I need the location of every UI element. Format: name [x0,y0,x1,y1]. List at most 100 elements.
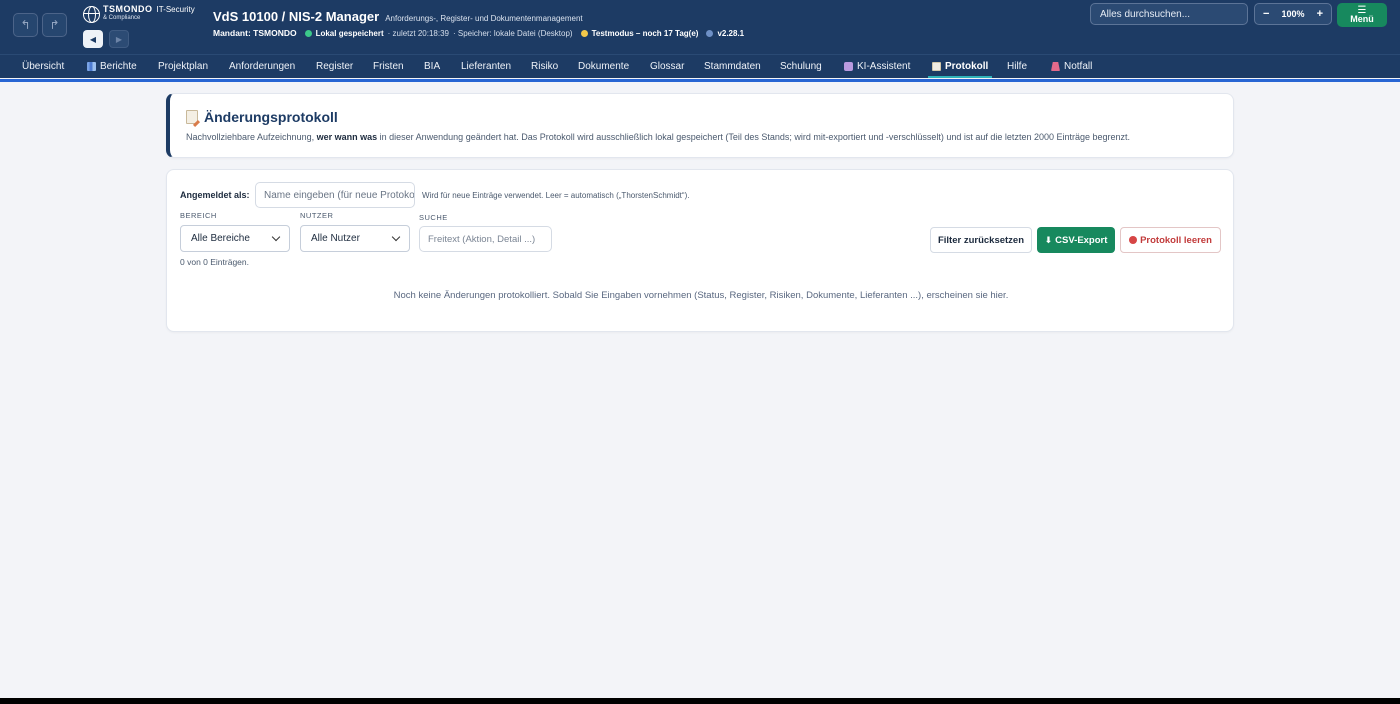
forward-arrow-icon: ▶ [115,34,123,44]
tab-label: Register [316,61,354,72]
empty-state-message: Noch keine Änderungen protokolliert. Sob… [393,290,1009,301]
description-text: Nachvollziehbare Aufzeichnung, [186,132,317,142]
logo-name-suffix: IT-Security [156,5,195,14]
tab-lieferanten[interactable]: Lieferanten [461,61,511,72]
search-input[interactable]: Freitext (Aktion, Detail ...) [419,226,552,252]
bereich-label: BEREICH [180,211,217,220]
tab-label: KI-Assistent [857,61,911,72]
tab-dokumente[interactable]: Dokumente [578,61,629,72]
tab-label: Hilfe [1007,61,1028,72]
page-title: Änderungsprotokoll [204,109,338,125]
tab-hilfe[interactable]: Hilfe [1007,61,1027,72]
tab-schulung[interactable]: Schulung [780,61,822,72]
document-icon [932,62,941,71]
app-header: ↰ ↱ TSMONDO IT-Security & Compliance ◀ ▶ … [0,0,1400,54]
redo-button[interactable]: ↱ [42,13,67,37]
app-title: VdS 10100 / NIS-2 Manager [213,9,380,24]
document-edit-icon [186,110,198,124]
tab-berichte[interactable]: Berichte [87,61,137,72]
tab-label: Glossar [650,61,685,72]
chevron-down-icon [271,232,281,242]
alarm-icon [1051,62,1060,71]
redo-icon: ↱ [49,18,60,32]
protocol-card: Angemeldet als: Name eingeben (für neue … [166,169,1234,332]
back-button[interactable]: ◀ [83,30,103,48]
clear-protocol-button[interactable]: Protokoll leeren [1120,227,1221,253]
bereich-select[interactable]: Alle Bereiche [180,225,290,252]
tab-label: Notfall [1064,61,1093,72]
suche-label: SUCHE [419,213,448,222]
tab-label: Risiko [531,61,559,72]
menu-button[interactable]: ☰ Menü [1337,3,1387,27]
tab-label: Stammdaten [704,61,761,72]
description-emphasis: wer wann was [316,132,378,142]
logo-subtitle: & Compliance [103,15,141,21]
tab-register[interactable]: Register [316,61,353,72]
app-title-block: VdS 10100 / NIS-2 Manager Anforderungs-,… [213,9,583,24]
zoom-in-button[interactable]: + [1317,8,1323,20]
login-label: Angemeldet als: [180,190,250,200]
tab-risiko[interactable]: Risiko [531,61,558,72]
page-description: Nachvollziehbare Aufzeichnung, wer wann … [186,132,1130,142]
tab-protokoll[interactable]: Protokoll [927,61,993,78]
tab-fristen[interactable]: Fristen [373,61,404,72]
tab-label: Übersicht [22,61,65,72]
tab-label: Dokumente [578,61,630,72]
tab-label: Berichte [100,61,137,72]
chevron-down-icon [391,232,401,242]
tab-bia[interactable]: BIA [424,61,440,72]
robot-icon [844,62,853,71]
tab-label: Protokoll [945,61,989,72]
forward-button[interactable]: ▶ [109,30,129,48]
main-navigation: Übersicht Berichte Projektplan Anforderu… [0,54,1400,82]
bereich-selected-value: Alle Bereiche [191,233,250,244]
user-name-hint: Wird für neue Einträge verwendet. Leer =… [422,191,690,200]
save-status-dot-icon [304,29,312,37]
tab-stammdaten[interactable]: Stammdaten [704,61,761,72]
nutzer-label: NUTZER [300,211,334,220]
page-title-block: Änderungsprotokoll [186,109,338,125]
tab-label: Projektplan [158,61,209,72]
globe-icon [83,6,100,23]
download-icon: ⬇ [1044,234,1053,245]
test-mode-dot-icon [580,29,588,37]
global-search-input[interactable]: Alles durchsuchen... [1090,3,1248,25]
bar-chart-icon [87,62,96,71]
tab-label: Fristen [373,61,404,72]
nutzer-selected-value: Alle Nutzer [311,233,360,244]
tab-label: Lieferanten [461,61,512,72]
save-status: Lokal gespeichert [315,28,384,38]
mandant-label: Mandant: TSMONDO [213,28,297,38]
user-name-input[interactable]: Name eingeben (für neue Protokolleinträg… [255,182,415,208]
save-time: · zuletzt 20:18:39 [387,28,449,38]
info-card: Änderungsprotokoll Nachvollziehbare Aufz… [166,93,1234,158]
logo-name: TSMONDO [103,4,153,14]
menu-label: Menü [1350,14,1374,24]
window-bottom-edge [0,698,1400,704]
tab-ki-assistent[interactable]: KI-Assistent [844,61,910,72]
reset-filter-button[interactable]: Filter zurücksetzen [930,227,1032,253]
zoom-out-button[interactable]: − [1263,8,1269,20]
test-mode-status: Testmodus – noch 17 Tag(e) [591,28,699,38]
nutzer-select[interactable]: Alle Nutzer [300,225,410,252]
tab-uebersicht[interactable]: Übersicht [22,61,64,72]
storage-info: · Speicher: lokale Datei (Desktop) [452,28,573,38]
tab-label: Anforderungen [229,61,296,72]
app-subtitle: Anforderungs-, Register- und Dokumentenm… [385,14,583,23]
entry-count: 0 von 0 Einträgen. [180,257,249,267]
tab-anforderungen[interactable]: Anforderungen [229,61,295,72]
description-text: in dieser Anwendung geändert hat. Das Pr… [377,132,1131,142]
version-label: v2.28.1 [717,28,745,38]
status-row: Mandant: TSMONDO Lokal gespeichert · zul… [213,28,744,38]
company-logo: TSMONDO IT-Security & Compliance [83,5,195,23]
tab-notfall[interactable]: Notfall [1051,61,1092,72]
back-arrow-icon: ◀ [89,34,97,44]
tab-glossar[interactable]: Glossar [650,61,684,72]
recycle-icon [1129,236,1138,244]
csv-export-button[interactable]: ⬇ CSV-Export [1037,227,1115,253]
zoom-level: 100% [1281,9,1305,19]
clear-protocol-label: Protokoll leeren [1140,234,1212,246]
undo-button[interactable]: ↰ [13,13,38,37]
tab-label: BIA [424,61,441,72]
tab-projektplan[interactable]: Projektplan [158,61,208,72]
